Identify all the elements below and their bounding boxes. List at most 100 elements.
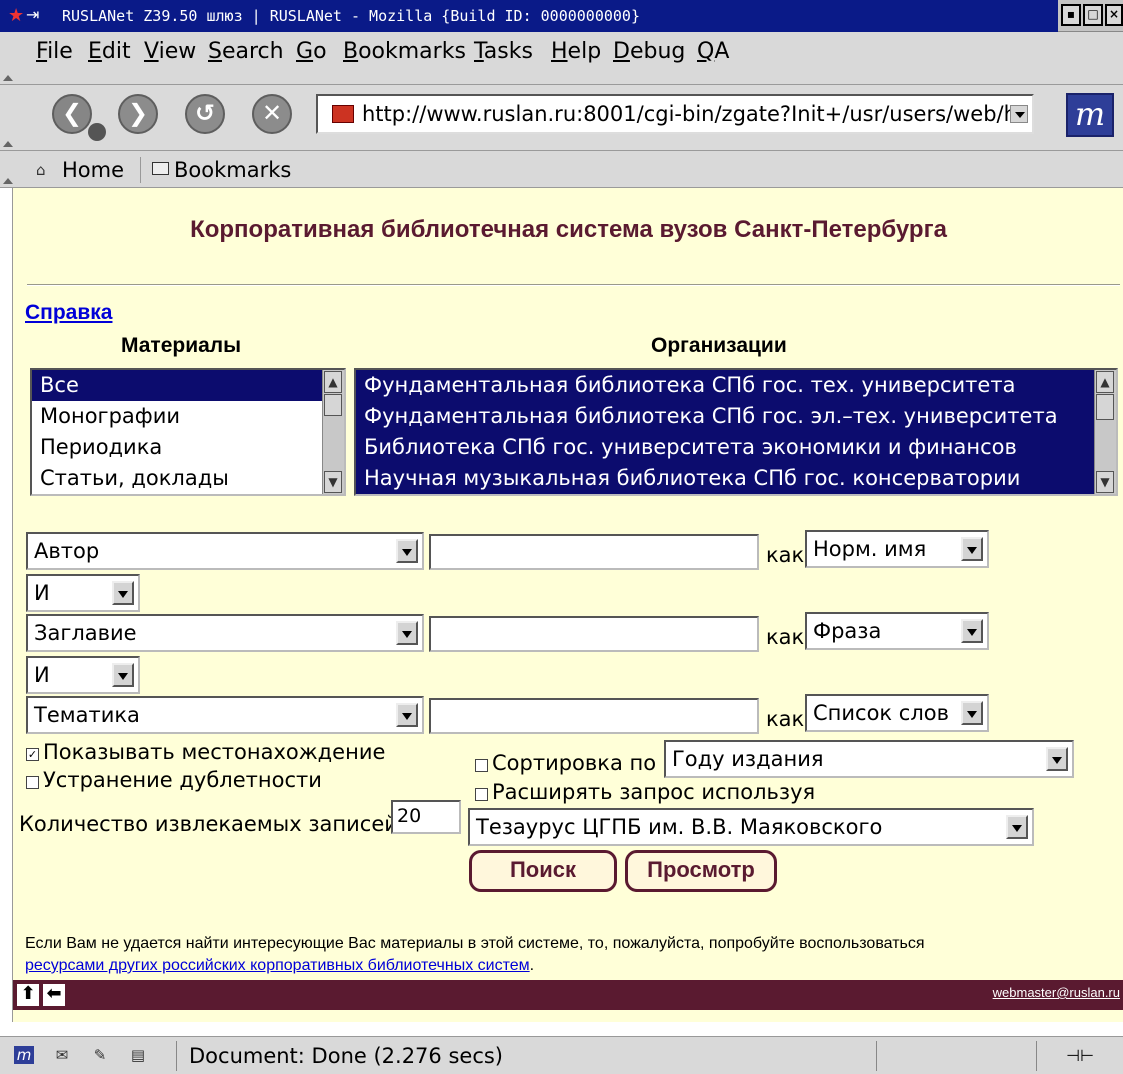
kak-label: как — [766, 707, 805, 731]
search-term-input-1[interactable] — [429, 534, 759, 570]
composer-icon[interactable]: ✎ — [90, 1046, 110, 1064]
menubar-grip[interactable] — [0, 32, 13, 85]
boolean-operator-select-1[interactable]: И — [26, 574, 140, 612]
scroll-thumb[interactable] — [1096, 394, 1114, 420]
search-term-input-2[interactable] — [429, 616, 759, 652]
navigation-toolbar: ❮ ❯ ↺ ✕ http://www.ruslan.ru:8001/cgi-bi… — [0, 85, 1123, 151]
field-select-2[interactable]: Заглавие — [26, 614, 424, 652]
bookmarks-button[interactable]: Bookmarks — [174, 154, 291, 186]
match-mode-select-3[interactable]: Список слов — [805, 694, 989, 732]
menu-bookmarks[interactable]: Bookmarks — [343, 36, 466, 68]
dropdown-arrow-icon[interactable] — [1046, 747, 1068, 771]
other-systems-link[interactable]: ресурсами других российских корпоративны… — [25, 957, 530, 974]
dropdown-arrow-icon[interactable] — [1006, 815, 1028, 839]
menu-search[interactable]: Search — [208, 36, 284, 68]
help-link[interactable]: Справка — [25, 301, 112, 325]
stop-button[interactable]: ✕ — [252, 94, 292, 134]
help-note: Если Вам не удается найти интересующие В… — [25, 933, 1115, 977]
organizations-heading: Организации — [651, 334, 787, 357]
materials-scrollbar[interactable]: ▲ ▼ — [322, 370, 344, 494]
search-term-input-3[interactable] — [429, 698, 759, 734]
field-select-1[interactable]: Автор — [26, 532, 424, 570]
back-dropdown-icon[interactable] — [88, 123, 106, 141]
back-arrow-icon[interactable]: ⬅ — [43, 984, 65, 1006]
scroll-up-icon[interactable]: ▲ — [1096, 371, 1114, 393]
dropdown-arrow-icon[interactable] — [396, 539, 418, 563]
mozilla-throbber-icon[interactable]: m — [1066, 93, 1114, 137]
menu-file[interactable]: File — [36, 36, 73, 68]
menu-help[interactable]: Help — [551, 36, 601, 68]
minimize-button[interactable]: ▪ — [1061, 4, 1081, 26]
browse-button[interactable]: Просмотр — [625, 850, 777, 892]
dropdown-arrow-icon[interactable] — [961, 619, 983, 643]
scroll-down-icon[interactable]: ▼ — [324, 471, 342, 493]
scroll-up-icon[interactable]: ▲ — [324, 371, 342, 393]
mail-icon[interactable]: ✉ — [52, 1046, 72, 1064]
webmaster-email-link[interactable]: webmaster@ruslan.ru — [993, 985, 1120, 1000]
site-icon — [332, 105, 354, 123]
expand-query-checkbox[interactable] — [475, 788, 488, 801]
scroll-down-icon[interactable]: ▼ — [1096, 471, 1114, 493]
search-button[interactable]: Поиск — [469, 850, 617, 892]
sort-checkbox[interactable] — [475, 759, 488, 772]
menu-view[interactable]: View — [144, 36, 196, 68]
menu-debug[interactable]: Debug — [613, 36, 685, 68]
home-icon: ⌂ — [36, 161, 46, 179]
reload-button[interactable]: ↺ — [185, 94, 225, 134]
security-lock-icon[interactable]: ⊣⊢ — [1036, 1041, 1123, 1071]
up-arrow-icon[interactable]: ⬆ — [17, 984, 39, 1006]
home-button[interactable]: Home — [62, 154, 124, 186]
status-progress — [876, 1041, 1036, 1071]
materials-option[interactable]: Статьи, доклады — [32, 463, 344, 494]
maximize-button[interactable]: □ — [1083, 4, 1103, 26]
url-text[interactable]: http://www.ruslan.ru:8001/cgi-bin/zgate?… — [362, 101, 1012, 127]
sort-by-select[interactable]: Году издания — [664, 740, 1074, 778]
horizontal-rule — [27, 284, 1120, 286]
scroll-thumb[interactable] — [324, 394, 342, 416]
dropdown-arrow-icon[interactable] — [112, 663, 134, 687]
url-dropdown-icon[interactable] — [1010, 105, 1028, 123]
organization-option[interactable]: Научная музыкальная библиотека СПб гос. … — [356, 463, 1116, 494]
url-bar[interactable]: http://www.ruslan.ru:8001/cgi-bin/zgate?… — [316, 94, 1034, 134]
dropdown-arrow-icon[interactable] — [112, 581, 134, 605]
address-book-icon[interactable]: ▤ — [128, 1046, 148, 1064]
close-window-button[interactable]: × — [1105, 4, 1123, 26]
menu-qa[interactable]: QA — [697, 36, 729, 68]
materials-option[interactable]: Все — [32, 370, 324, 401]
organizations-scrollbar[interactable]: ▲ ▼ — [1094, 370, 1116, 494]
materials-option[interactable]: Монографии — [32, 401, 344, 432]
match-mode-select-1[interactable]: Норм. имя — [805, 530, 989, 568]
note-end: . — [529, 957, 535, 974]
dropdown-arrow-icon[interactable] — [396, 703, 418, 727]
navbar-grip[interactable] — [0, 85, 13, 151]
show-location-checkbox[interactable]: ✓ — [26, 748, 39, 761]
menu-tasks[interactable]: Tasks — [474, 36, 533, 68]
window-title: RUSLANet Z39.50 шлюз | RUSLANet - Mozill… — [0, 0, 1058, 32]
dropdown-arrow-icon[interactable] — [961, 701, 983, 725]
organization-option[interactable]: Фундаментальная библиотека СПб гос. эл.–… — [356, 401, 1116, 432]
window-titlebar: RUSLANet Z39.50 шлюз | RUSLANet - Mozill… — [0, 0, 1123, 32]
materials-listbox[interactable]: Все Монографии Периодика Статьи, доклады… — [30, 368, 346, 496]
record-count-input[interactable]: 20 — [391, 800, 461, 834]
menu-edit[interactable]: Edit — [88, 36, 131, 68]
organizations-listbox[interactable]: Фундаментальная библиотека СПб гос. тех.… — [354, 368, 1118, 496]
match-mode-select-2[interactable]: Фраза — [805, 612, 989, 650]
organization-option[interactable]: Библиотека СПб гос. университета экономи… — [356, 432, 1116, 463]
dedup-checkbox[interactable] — [26, 776, 39, 789]
materials-option[interactable]: Периодика — [32, 432, 344, 463]
persbar-grip[interactable] — [0, 151, 13, 188]
navigator-icon[interactable]: m — [14, 1046, 34, 1064]
toolbar-separator — [140, 157, 141, 183]
forward-button[interactable]: ❯ — [118, 94, 158, 134]
boolean-operator-select-2[interactable]: И — [26, 656, 140, 694]
dropdown-arrow-icon[interactable] — [396, 621, 418, 645]
window-pin-icon[interactable]: ⇥ — [26, 4, 39, 26]
thesaurus-select[interactable]: Тезаурус ЦГПБ им. В.В. Маяковского — [468, 808, 1034, 846]
personal-toolbar: ⌂ Home Bookmarks — [0, 151, 1123, 188]
status-bar: m ✉ ✎ ▤ Document: Done (2.276 secs) ⊣⊢ — [0, 1036, 1123, 1074]
field-select-3[interactable]: Тематика — [26, 696, 424, 734]
menu-go[interactable]: Go — [296, 36, 327, 68]
back-button[interactable]: ❮ — [52, 94, 92, 134]
dropdown-arrow-icon[interactable] — [961, 537, 983, 561]
organization-option[interactable]: Фундаментальная библиотека СПб гос. тех.… — [356, 370, 1116, 401]
